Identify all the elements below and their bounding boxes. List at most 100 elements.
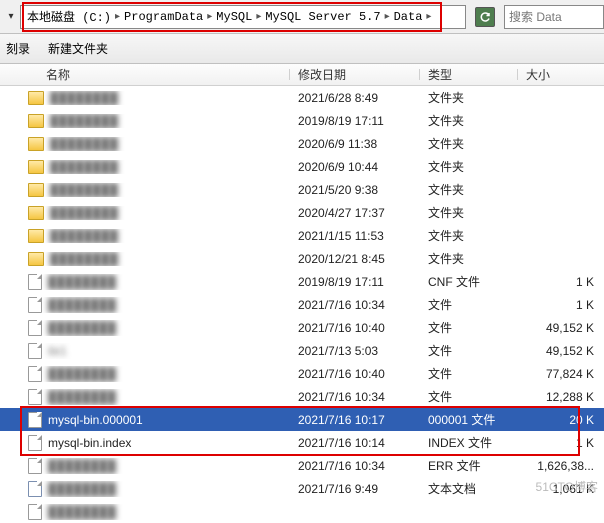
file-icon (28, 458, 42, 474)
cell-type: 文本文档 (420, 480, 518, 497)
table-row[interactable]: ████████2021/7/16 10:40文件77,824 K (0, 362, 604, 385)
cell-size: 20 K (518, 413, 604, 427)
cell-type: 文件 (420, 296, 518, 313)
column-header-size[interactable]: 大小 (518, 66, 604, 83)
file-icon (28, 504, 42, 520)
cell-name: ile1 (0, 343, 290, 359)
table-row[interactable]: ile12021/7/13 5:03文件49,152 K (0, 339, 604, 362)
table-row[interactable]: ████████ 2021/7/16 10:40文件49,152 K (0, 316, 604, 339)
folder-icon (28, 229, 44, 243)
file-name-label: ile1 (48, 344, 67, 358)
column-header-name[interactable]: 名称 (0, 66, 290, 83)
file-list: ████████2021/6/28 8:49文件夹████████2019/8/… (0, 86, 604, 523)
table-row[interactable]: ████████ (0, 500, 604, 523)
breadcrumb[interactable]: 本地磁盘 (C:) ▸ ProgramData ▸ MySQL ▸ MySQL … (20, 5, 466, 29)
file-icon (28, 343, 42, 359)
refresh-group (466, 7, 504, 27)
table-row[interactable]: ████████2021/7/16 10:34ERR 文件1,626,38... (0, 454, 604, 477)
table-row[interactable]: ████████2021/6/28 8:49文件夹 (0, 86, 604, 109)
cell-name: ████████ (0, 297, 290, 313)
cell-type: 000001 文件 (420, 411, 518, 428)
cell-type: 文件 (420, 319, 518, 336)
table-row[interactable]: ████████2021/7/16 10:34文件1 K (0, 293, 604, 316)
table-row[interactable]: ████████2021/7/16 9:49文本文档1,061 K (0, 477, 604, 500)
file-name-label: ████████ (48, 505, 116, 519)
breadcrumb-item[interactable]: MySQL Server 5.7 (263, 10, 382, 24)
file-name-label: ████████ (50, 160, 118, 174)
cell-name: ████████ (0, 366, 290, 382)
cell-type: CNF 文件 (420, 273, 518, 290)
cell-type: 文件夹 (420, 181, 518, 198)
cell-date: 2021/7/13 5:03 (290, 344, 420, 358)
table-row[interactable]: ████████2019/8/19 17:11文件夹 (0, 109, 604, 132)
cell-date: 2021/5/20 9:38 (290, 183, 420, 197)
cell-type: 文件夹 (420, 227, 518, 244)
cell-date: 2020/12/21 8:45 (290, 252, 420, 266)
cell-type: 文件夹 (420, 112, 518, 129)
cell-name: mysql-bin.000001 (0, 412, 290, 428)
table-row[interactable]: ████████2020/4/27 17:37文件夹 (0, 201, 604, 224)
refresh-icon (479, 11, 491, 23)
cell-size: 49,152 K (518, 321, 604, 335)
cell-name: ████████ (0, 320, 290, 336)
folder-icon (28, 137, 44, 151)
refresh-button[interactable] (475, 7, 495, 27)
nav-dropdown[interactable]: ▾ (2, 5, 20, 29)
search-placeholder: 搜索 Data (509, 8, 562, 25)
column-header-type[interactable]: 类型 (420, 66, 518, 83)
cell-date: 2021/7/16 9:49 (290, 482, 420, 496)
chevron-right-icon: ▸ (383, 11, 392, 23)
cell-date: 2021/7/16 10:14 (290, 436, 420, 450)
cell-name: ████████ (0, 481, 290, 497)
table-row[interactable]: mysql-bin.index2021/7/16 10:14INDEX 文件1 … (0, 431, 604, 454)
folder-icon (28, 252, 44, 266)
table-row[interactable]: ████████ 2020/12/21 8:45文件夹 (0, 247, 604, 270)
toolbar-new-folder[interactable]: 新建文件夹 (48, 40, 108, 57)
toolbar-burn[interactable]: 刻录 (6, 40, 30, 57)
cell-type: 文件 (420, 388, 518, 405)
cell-name: mysql-bin.index (0, 435, 290, 451)
cell-size: 1 K (518, 436, 604, 450)
cell-type: 文件夹 (420, 250, 518, 267)
cell-size: 1 K (518, 275, 604, 289)
chevron-right-icon: ▸ (254, 11, 263, 23)
cell-name: ████████ (0, 274, 290, 290)
table-row[interactable]: mysql-bin.0000012021/7/16 10:17000001 文件… (0, 408, 604, 431)
table-row[interactable]: ████████2020/6/9 10:44文件夹 (0, 155, 604, 178)
folder-icon (28, 160, 44, 174)
file-icon (28, 366, 42, 382)
file-name-label: ████████ (50, 183, 118, 197)
file-icon (28, 274, 42, 290)
table-row[interactable]: ████████ 2021/5/20 9:38文件夹 (0, 178, 604, 201)
folder-icon (28, 206, 44, 220)
breadcrumb-item[interactable]: MySQL (214, 10, 254, 24)
cell-type: INDEX 文件 (420, 434, 518, 451)
file-icon (28, 435, 42, 451)
cell-name: ████████ (0, 206, 290, 220)
table-row[interactable]: ████████2020/6/9 11:38文件夹 (0, 132, 604, 155)
cell-size: 1 K (518, 298, 604, 312)
breadcrumb-item[interactable]: ProgramData (122, 10, 205, 24)
cell-type: 文件夹 (420, 158, 518, 175)
watermark: 51CTO博客 (536, 478, 598, 495)
file-name-label: ████████ (48, 390, 116, 404)
file-name-label: ████████ (48, 482, 116, 496)
file-icon (28, 297, 42, 313)
cell-date: 2021/7/16 10:40 (290, 321, 420, 335)
cell-type: ERR 文件 (420, 457, 518, 474)
search-input[interactable]: 搜索 Data (504, 5, 604, 29)
file-name-label: ████████ (50, 252, 118, 266)
chevron-right-icon: ▸ (113, 11, 122, 23)
cell-date: 2019/8/19 17:11 (290, 114, 420, 128)
cell-type: 文件夹 (420, 89, 518, 106)
text-file-icon (28, 481, 42, 497)
cell-date: 2021/7/16 10:34 (290, 298, 420, 312)
breadcrumb-item[interactable]: 本地磁盘 (C:) (25, 8, 113, 25)
cell-name: ████████ (0, 91, 290, 105)
table-row[interactable]: ████████2021/7/16 10:34文件12,288 K (0, 385, 604, 408)
breadcrumb-item[interactable]: Data (392, 10, 425, 24)
table-row[interactable]: ████████2021/1/15 11:53文件夹 (0, 224, 604, 247)
column-header-date[interactable]: 修改日期 (290, 66, 420, 83)
file-name-label: ████████ (48, 321, 116, 335)
table-row[interactable]: ████████2019/8/19 17:11CNF 文件1 K (0, 270, 604, 293)
